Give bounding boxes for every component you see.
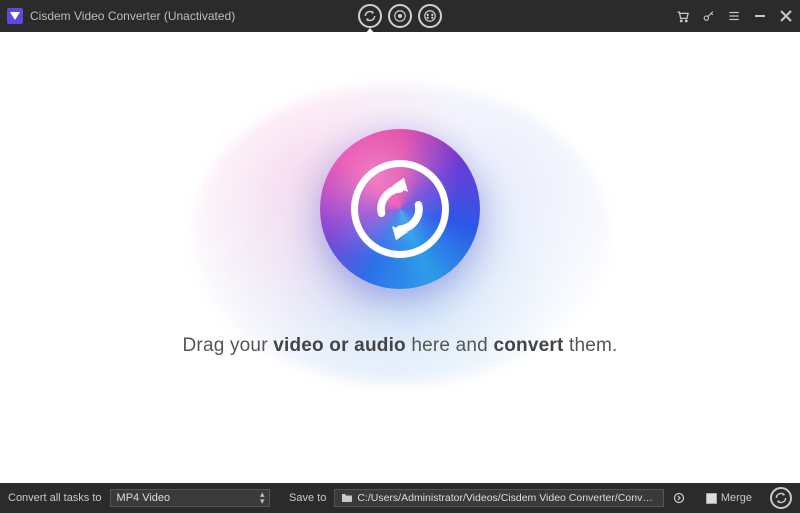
save-to-label: Save to (289, 492, 326, 504)
merge-label: Merge (721, 492, 752, 504)
save-path-text: C:/Users/Administrator/Videos/Cisdem Vid… (357, 492, 657, 504)
updown-icon: ▴▾ (260, 491, 265, 505)
app-logo (6, 7, 24, 25)
instruction-text: Drag your video or audio here and conver… (183, 335, 618, 357)
close-button[interactable] (778, 8, 794, 24)
convert-all-label: Convert all tasks to (8, 492, 102, 504)
menu-icon[interactable] (726, 8, 742, 24)
mode-tabs (358, 4, 442, 28)
format-value: MP4 Video (117, 492, 171, 504)
instruction-part: Drag your (183, 335, 274, 356)
format-select[interactable]: MP4 Video ▴▾ (110, 489, 270, 507)
instruction-part: here and (406, 335, 494, 356)
tab-download[interactable] (418, 4, 442, 28)
folder-icon (341, 492, 353, 505)
instruction-part: them. (563, 335, 617, 356)
drop-zone[interactable]: Drag your video or audio here and conver… (0, 32, 800, 483)
minimize-button[interactable] (752, 8, 768, 24)
bottombar: Convert all tasks to MP4 Video ▴▾ Save t… (0, 483, 800, 513)
convert-hero-icon (320, 129, 480, 289)
start-convert-button[interactable] (770, 487, 792, 509)
merge-checkbox[interactable]: Merge (706, 492, 752, 504)
key-icon[interactable] (700, 8, 716, 24)
tab-rip[interactable] (388, 4, 412, 28)
tab-convert[interactable] (358, 4, 382, 28)
titlebar: Cisdem Video Converter (Unactivated) (0, 0, 800, 32)
window-controls (674, 8, 794, 24)
instruction-strong: video or audio (273, 335, 406, 356)
save-path-field[interactable]: C:/Users/Administrator/Videos/Cisdem Vid… (334, 489, 664, 507)
cart-icon[interactable] (674, 8, 690, 24)
instruction-strong: convert (493, 335, 563, 356)
app-title: Cisdem Video Converter (Unactivated) (30, 9, 235, 23)
checkbox-box (706, 493, 717, 504)
open-folder-button[interactable] (672, 491, 686, 505)
